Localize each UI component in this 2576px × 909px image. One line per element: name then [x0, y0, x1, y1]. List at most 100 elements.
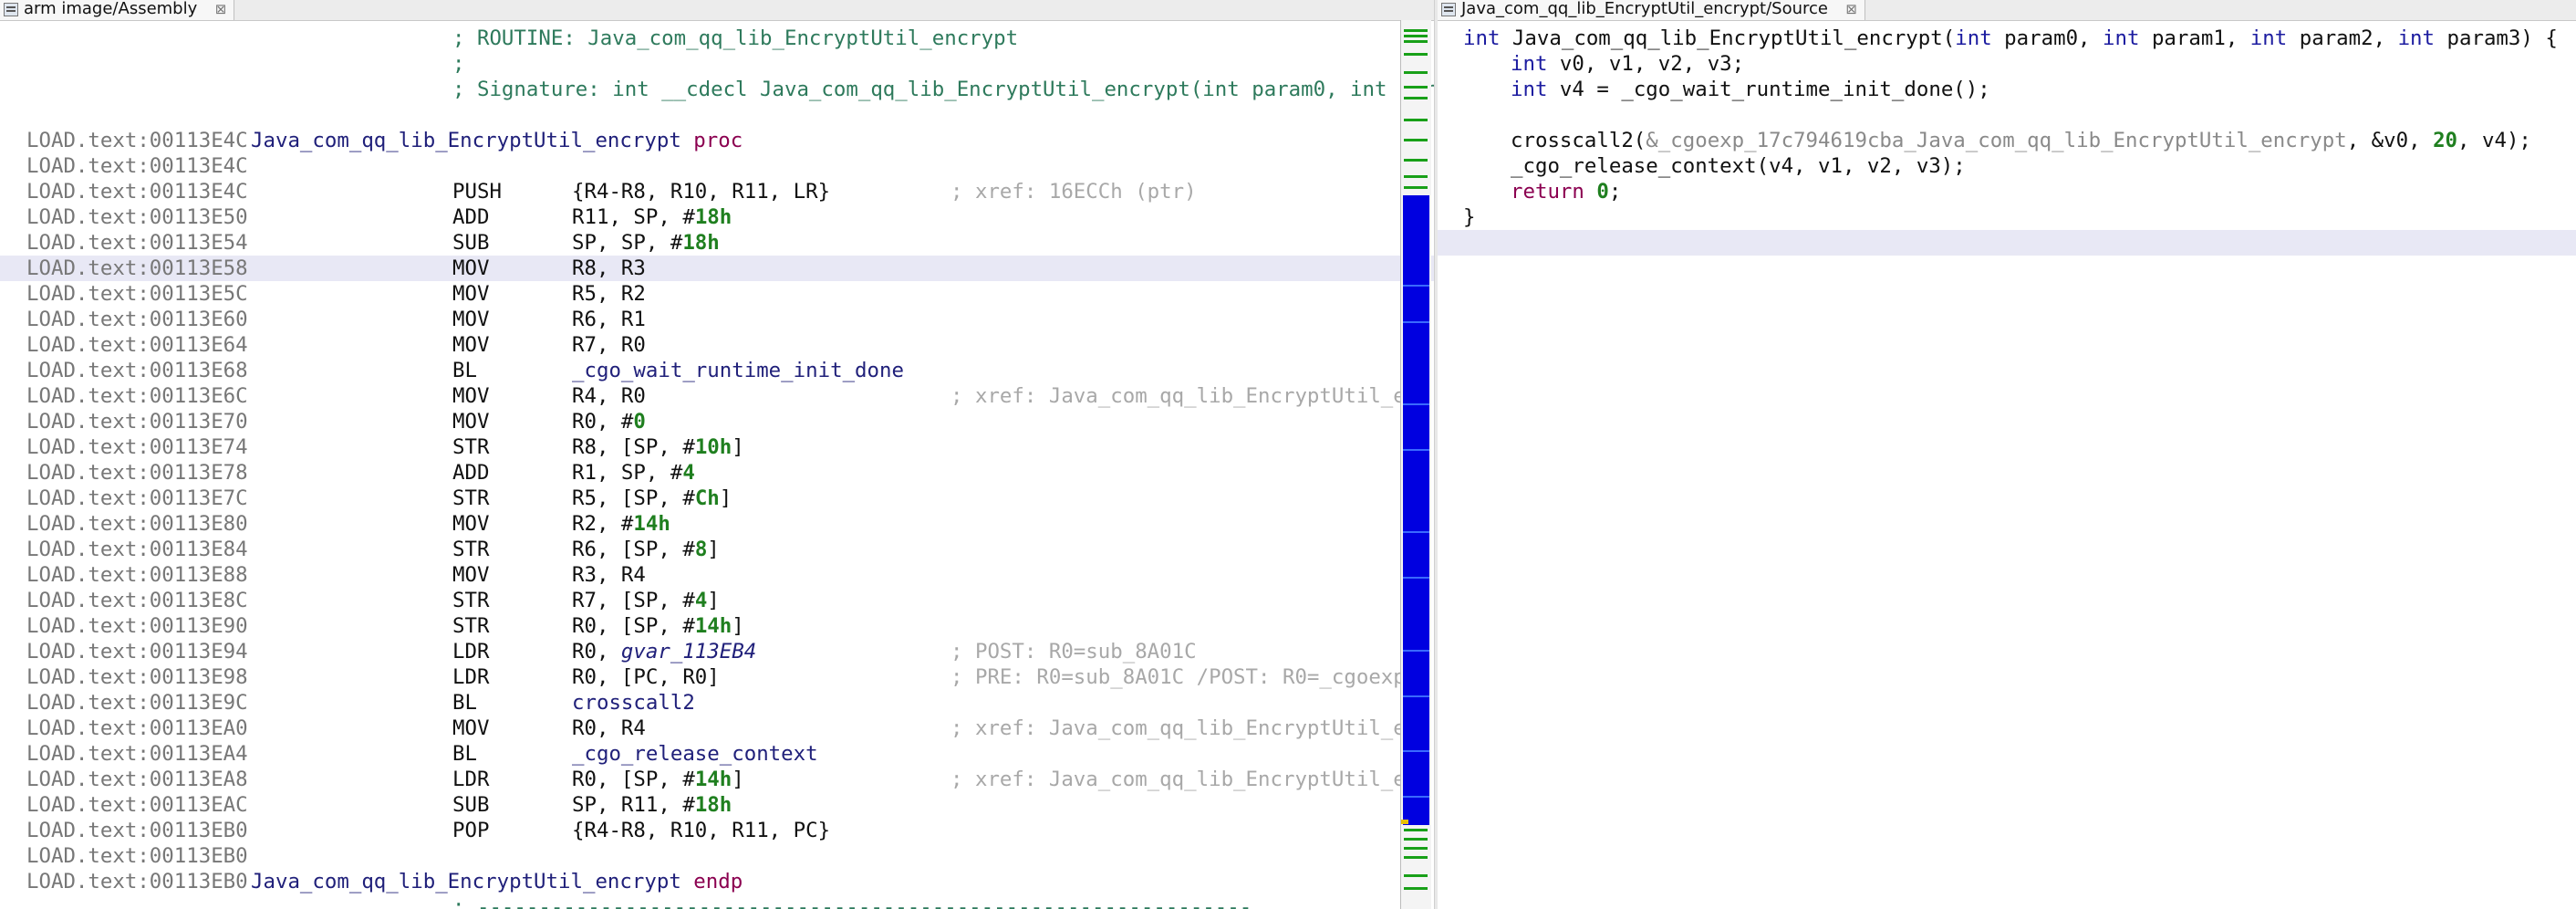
operands: crosscall2: [572, 690, 695, 716]
asm-line-selected[interactable]: LOAD.text:00113E58 MOV R8, R3: [0, 256, 1434, 281]
address: LOAD.text:00113E84: [26, 538, 248, 561]
mnemonic: MOV: [452, 563, 490, 587]
mnemonic: BL: [452, 691, 477, 715]
asm-line[interactable]: LOAD.text:00113E9C BL crosscall2: [0, 690, 1434, 716]
asm-line[interactable]: LOAD.text:00113EA0 MOV R0, R4 ; xref: Java_…: [0, 716, 1434, 741]
source-line: int v4 = _cgo_wait_runtime_init_done();: [1511, 78, 1990, 101]
asm-line[interactable]: LOAD.text:00113EB0 POP {R4-R8, R10, R11, P…: [0, 818, 1434, 843]
operand-text: R1, SP, #: [572, 461, 683, 485]
asm-line[interactable]: LOAD.text:00113E60 MOV R6, R1: [0, 307, 1434, 332]
separator-comment: ; --------------------------------------…: [452, 895, 1252, 909]
mnemonic: SUB: [452, 793, 490, 817]
operand-text: R0, [SP, #: [572, 614, 695, 638]
call-target[interactable]: crosscall2: [572, 691, 695, 715]
asm-line[interactable]: LOAD.text:00113EA8 LDR R0, [SP, #14h] ; xre…: [0, 767, 1434, 792]
operand-text: ]: [732, 435, 744, 459]
operands: R6, [SP, #8]: [572, 537, 720, 562]
asm-line[interactable]: ; Signature: int __cdecl Java_com_qq_lib…: [0, 77, 1434, 102]
immediate-value: 18h: [694, 793, 732, 817]
address: LOAD.text:00113E60: [26, 308, 248, 331]
source-tabbar: Java_com_qq_lib_EncryptUtil_encrypt/Sour…: [1438, 0, 2576, 21]
asm-line[interactable]: LOAD.text:00113E70 MOV R0, #0: [0, 409, 1434, 434]
global-var-ref[interactable]: gvar_113EB4: [621, 640, 756, 663]
operands: _cgo_release_context: [572, 741, 818, 767]
asm-line[interactable]: LOAD.text:00113E5C MOV R5, R2: [0, 281, 1434, 307]
tab-source[interactable]: Java_com_qq_lib_EncryptUtil_encrypt/Sour…: [1438, 0, 1865, 20]
operands: SP, R11, #18h: [572, 792, 732, 818]
mnemonic: MOV: [452, 384, 490, 408]
asm-line[interactable]: LOAD.text:00113E98 LDR R0, [PC, R0] ; PRE: …: [0, 664, 1434, 690]
asm-line[interactable]: LOAD.text:00113E6C MOV R4, R0 ; xref: Java_…: [0, 383, 1434, 409]
asm-line[interactable]: LOAD.text:00113E90 STR R0, [SP, #14h]: [0, 613, 1434, 639]
asm-line[interactable]: LOAD.text:00113E54 SUB SP, SP, #18h: [0, 230, 1434, 256]
asm-line[interactable]: ; ROUTINE: Java_com_qq_lib_EncryptUtil_e…: [0, 26, 1434, 51]
asm-line[interactable]: LOAD.text:00113E4C PUSH {R4-R8, R10, R11, …: [0, 179, 1434, 204]
mnemonic: SUB: [452, 231, 490, 255]
close-icon[interactable]: ⊠: [1845, 0, 1857, 18]
asm-line[interactable]: LOAD.text:00113E80 MOV R2, #14h: [0, 511, 1434, 537]
call-target[interactable]: _cgo_wait_runtime_init_done: [572, 359, 904, 382]
asm-line[interactable]: LOAD.text:00113E50 ADD R11, SP, #18h: [0, 204, 1434, 230]
operands: R3, R4: [572, 562, 646, 588]
operand-text: R7, R0: [572, 333, 646, 357]
operand-text: R0, [SP, #: [572, 768, 695, 791]
mnemonic: BL: [452, 742, 477, 766]
operand-text: R11, SP, #: [572, 205, 695, 229]
operand-text: R5, R2: [572, 282, 646, 306]
operand-text: R0, #: [572, 410, 634, 434]
asm-line[interactable]: LOAD.text:00113E8C STR R7, [SP, #4]: [0, 588, 1434, 613]
asm-line[interactable]: LOAD.text:00113EA4 BL _cgo_release_context: [0, 741, 1434, 767]
asm-line[interactable]: LOAD.text:00113E68 BL _cgo_wait_runtime_in…: [0, 358, 1434, 383]
operands: {R4-R8, R10, R11, PC}: [572, 818, 830, 843]
tab-assembly-label: arm image/Assembly: [24, 0, 198, 18]
mnemonic: MOV: [452, 282, 490, 306]
asm-line[interactable]: LOAD.text:00113E7C STR R5, [SP, #Ch]: [0, 486, 1434, 511]
mnemonic: LDR: [452, 665, 490, 689]
operand-text: R0, [PC, R0]: [572, 665, 720, 689]
mnemonic: STR: [452, 589, 490, 612]
operands: {R4-R8, R10, R11, LR}: [572, 179, 830, 204]
operands: R7, [SP, #4]: [572, 588, 720, 613]
operands: R4, R0: [572, 383, 646, 409]
operands: R5, R2: [572, 281, 646, 307]
address: LOAD.text:00113E78: [26, 461, 248, 485]
asm-line[interactable]: ; --------------------------------------…: [0, 894, 1434, 909]
mnemonic: STR: [452, 435, 490, 459]
operands: R0, R4: [572, 716, 646, 741]
proc-label: Java_com_qq_lib_EncryptUtil_encrypt proc: [251, 128, 743, 153]
asm-line[interactable]: LOAD.text:00113E74 STR R8, [SP, #10h]: [0, 434, 1434, 460]
address: LOAD.text:00113E58: [26, 256, 248, 280]
call-target[interactable]: _cgo_release_context: [572, 742, 818, 766]
immediate-value: 4: [682, 461, 695, 485]
asm-line[interactable]: LOAD.text:00113EAC SUB SP, R11, #18h: [0, 792, 1434, 818]
asm-line[interactable]: LOAD.text:00113EB0 Java_com_qq_lib_Encryp…: [0, 869, 1434, 894]
asm-line[interactable]: ;: [0, 51, 1434, 77]
assembly-pane: arm image/Assembly ⊠ ; ROUTINE: Java_com…: [0, 0, 1435, 909]
operand-text: ]: [707, 538, 720, 561]
asm-line[interactable]: LOAD.text:00113E64 MOV R7, R0: [0, 332, 1434, 358]
asm-line[interactable]: LOAD.text:00113E4C: [0, 153, 1434, 179]
operand-text: SP, SP, #: [572, 231, 683, 255]
tab-assembly[interactable]: arm image/Assembly ⊠: [0, 0, 235, 20]
current-position-marker: [1401, 820, 1408, 824]
source-line: return 0;: [1511, 180, 1622, 204]
address: LOAD.text:00113E98: [26, 665, 248, 689]
operands: R7, R0: [572, 332, 646, 358]
asm-line[interactable]: LOAD.text:00113E94 LDR R0, gvar_113EB4 ; PO…: [0, 639, 1434, 664]
asm-line[interactable]: LOAD.text:00113E4C Java_com_qq_lib_Encryp…: [0, 128, 1434, 153]
address: LOAD.text:00113EB0: [26, 870, 248, 893]
source-cursor-line: [1438, 230, 2576, 256]
assembly-listing[interactable]: ; ROUTINE: Java_com_qq_lib_EncryptUtil_e…: [0, 20, 1434, 909]
overview-minimap[interactable]: [1400, 20, 1431, 909]
address: LOAD.text:00113E54: [26, 231, 248, 255]
address: LOAD.text:00113EA8: [26, 768, 248, 791]
asm-line[interactable]: LOAD.text:00113E88 MOV R3, R4: [0, 562, 1434, 588]
decompiled-source[interactable]: int Java_com_qq_lib_EncryptUtil_encrypt(…: [1438, 20, 2576, 909]
asm-line[interactable]: LOAD.text:00113EB0: [0, 843, 1434, 869]
xref-comment: ; xref: Java_com_qq_lib_EncryptUtil_en: [950, 768, 1418, 791]
address: LOAD.text:00113E9C: [26, 691, 248, 715]
asm-line[interactable]: LOAD.text:00113E84 STR R6, [SP, #8]: [0, 537, 1434, 562]
mnemonic: LDR: [452, 768, 490, 791]
close-icon[interactable]: ⊠: [215, 0, 227, 18]
asm-line[interactable]: LOAD.text:00113E78 ADD R1, SP, #4: [0, 460, 1434, 486]
